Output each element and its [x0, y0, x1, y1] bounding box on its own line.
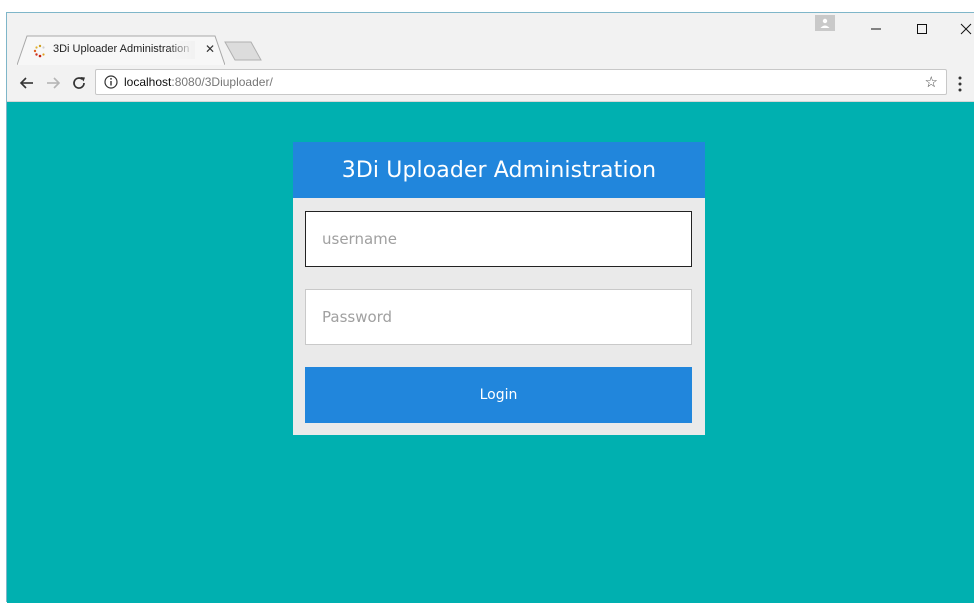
loading-spinner-icon: [33, 44, 45, 58]
minimize-button[interactable]: [853, 13, 899, 45]
url-path: :8080/3Diuploader/: [171, 75, 273, 89]
login-button[interactable]: Login: [305, 367, 692, 423]
profile-avatar-icon[interactable]: [815, 15, 835, 31]
browser-window: 3Di Uploader Administration ✕ localhost:…: [6, 12, 974, 603]
browser-tab[interactable]: 3Di Uploader Administration ✕: [17, 35, 225, 65]
arrow-right-icon: [47, 77, 61, 89]
maximize-button[interactable]: [899, 13, 945, 45]
title-bar: 3Di Uploader Administration ✕: [7, 13, 974, 65]
minimize-icon: [871, 28, 881, 30]
page-content: 3Di Uploader Administration Login: [7, 102, 974, 603]
tab-title-fade: [167, 41, 195, 59]
forward-button[interactable]: [43, 73, 63, 93]
browser-menu-icon[interactable]: [957, 75, 963, 93]
arrow-left-icon: [19, 77, 33, 89]
bookmark-star-icon[interactable]: ☆: [925, 73, 938, 91]
new-tab-button[interactable]: [223, 41, 263, 61]
back-button[interactable]: [17, 73, 37, 93]
reload-icon: [73, 77, 85, 89]
address-bar[interactable]: localhost:8080/3Diuploader/ ☆: [95, 69, 947, 95]
login-card: 3Di Uploader Administration Login: [293, 142, 705, 435]
maximize-icon: [917, 24, 927, 34]
url-host: localhost: [124, 75, 172, 89]
info-icon[interactable]: [104, 75, 118, 89]
password-input[interactable]: [305, 289, 692, 345]
login-header: 3Di Uploader Administration: [293, 142, 705, 198]
reload-button[interactable]: [69, 73, 89, 93]
page-title: 3Di Uploader Administration: [341, 157, 657, 183]
username-input[interactable]: [305, 211, 692, 267]
tab-close-icon[interactable]: ✕: [203, 42, 217, 56]
browser-toolbar: localhost:8080/3Diuploader/ ☆: [7, 65, 974, 102]
close-icon: [960, 23, 972, 35]
close-window-button[interactable]: [943, 13, 974, 45]
url-text: localhost:8080/3Diuploader/: [124, 75, 273, 89]
